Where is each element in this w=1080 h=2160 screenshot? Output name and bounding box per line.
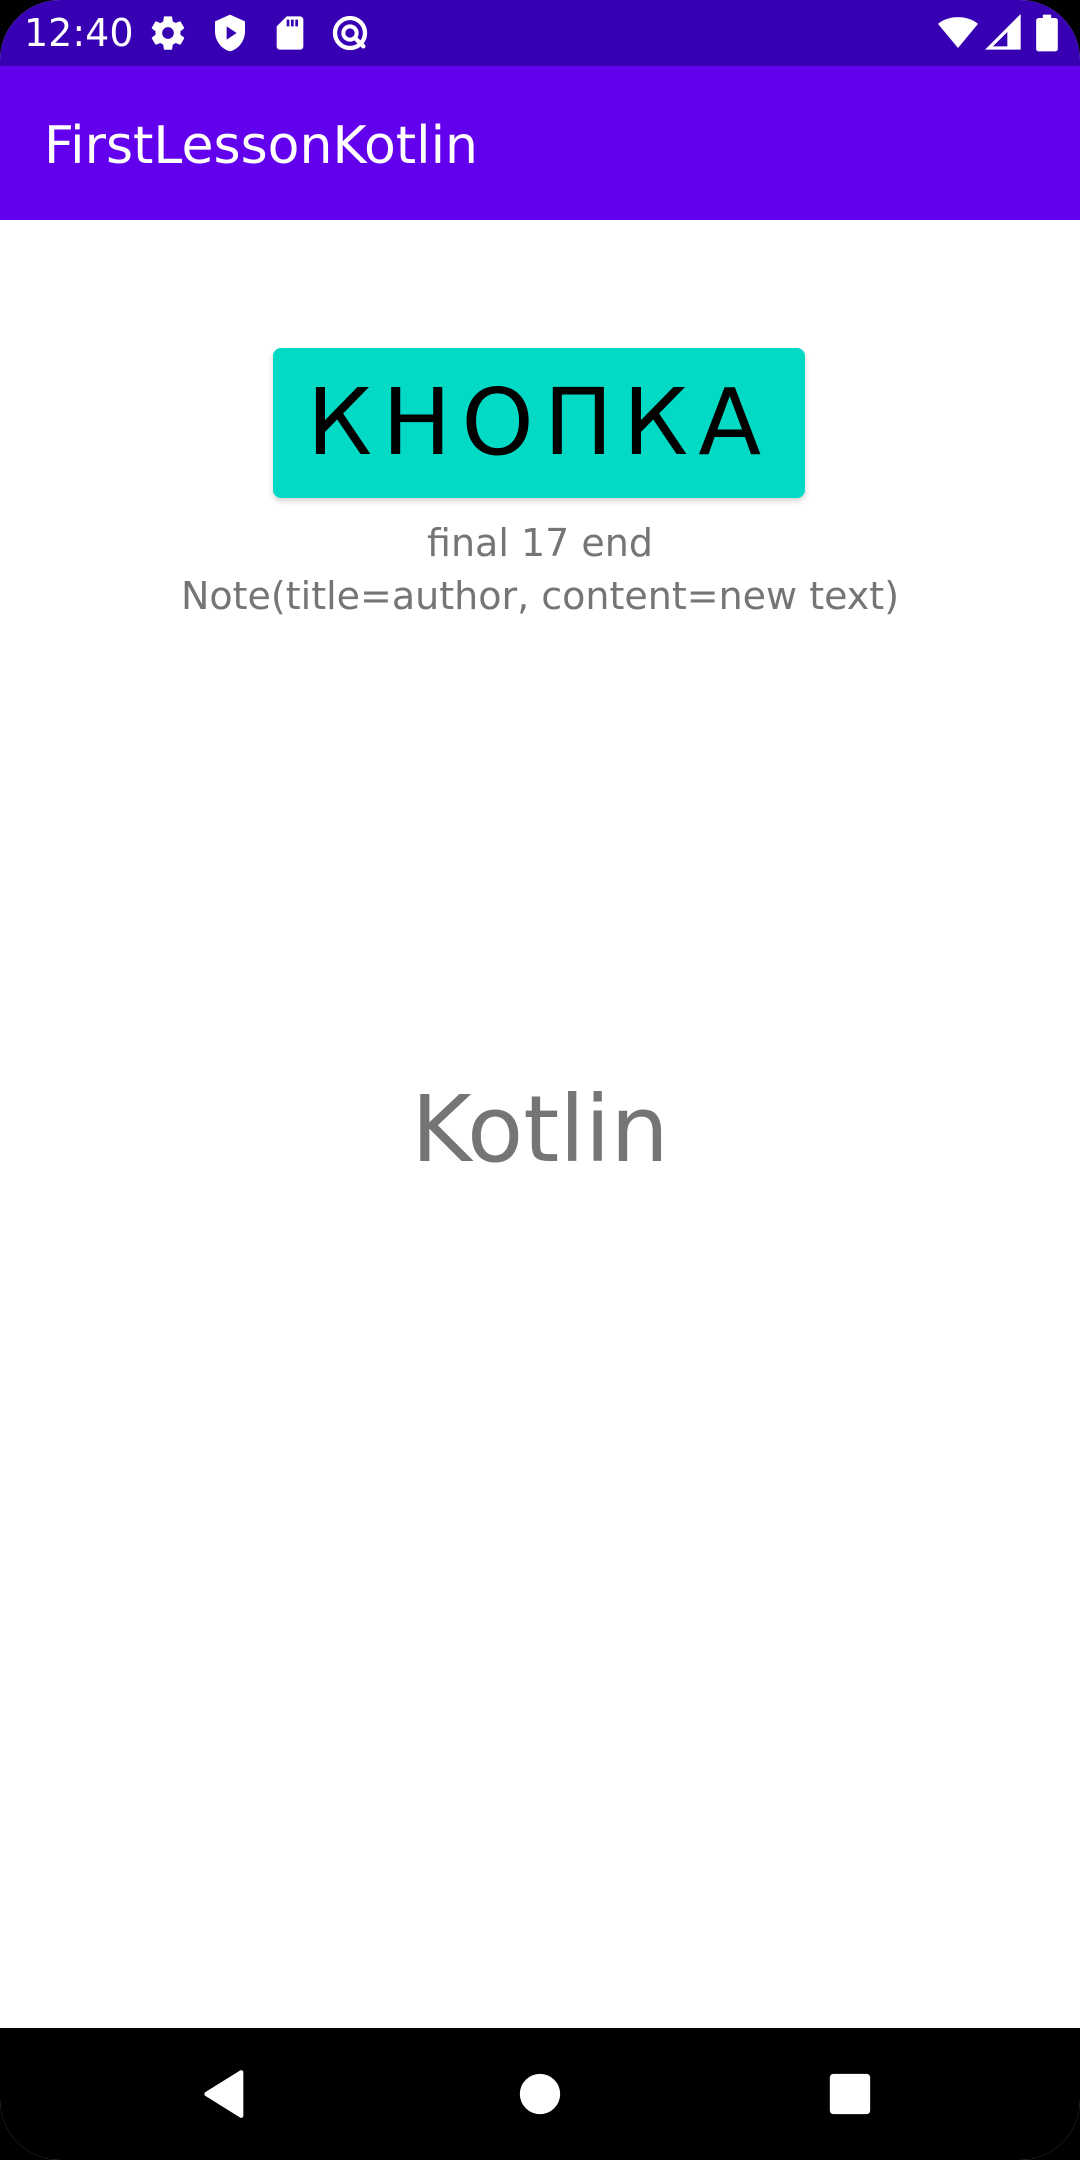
- app-title: FirstLessonKotlin: [44, 116, 479, 176]
- result-text: final 17 end: [427, 521, 653, 565]
- navigation-bar: [0, 2028, 1080, 2160]
- main-button[interactable]: КНОПКА: [273, 348, 805, 498]
- home-icon[interactable]: [502, 2056, 578, 2132]
- status-bar: 12:40: [0, 0, 1080, 66]
- play-protect-icon: [210, 13, 250, 53]
- cell-signal-icon: [984, 13, 1024, 53]
- data-saver-icon: [330, 13, 370, 53]
- wifi-icon: [936, 13, 980, 53]
- sd-card-icon: [270, 13, 310, 53]
- phone-screen: 12:40 FirstLessonKotlin КНОПКА final 17 …: [0, 0, 1080, 2160]
- status-time: 12:40: [24, 11, 134, 55]
- kotlin-text: Kotlin: [411, 1076, 669, 1183]
- recents-icon[interactable]: [812, 2056, 888, 2132]
- battery-icon: [1034, 13, 1060, 53]
- app-bar: FirstLessonKotlin: [0, 66, 1080, 220]
- back-icon[interactable]: [188, 2056, 264, 2132]
- note-text: Note(title=author, content=new text): [180, 574, 900, 618]
- settings-icon: [148, 13, 188, 53]
